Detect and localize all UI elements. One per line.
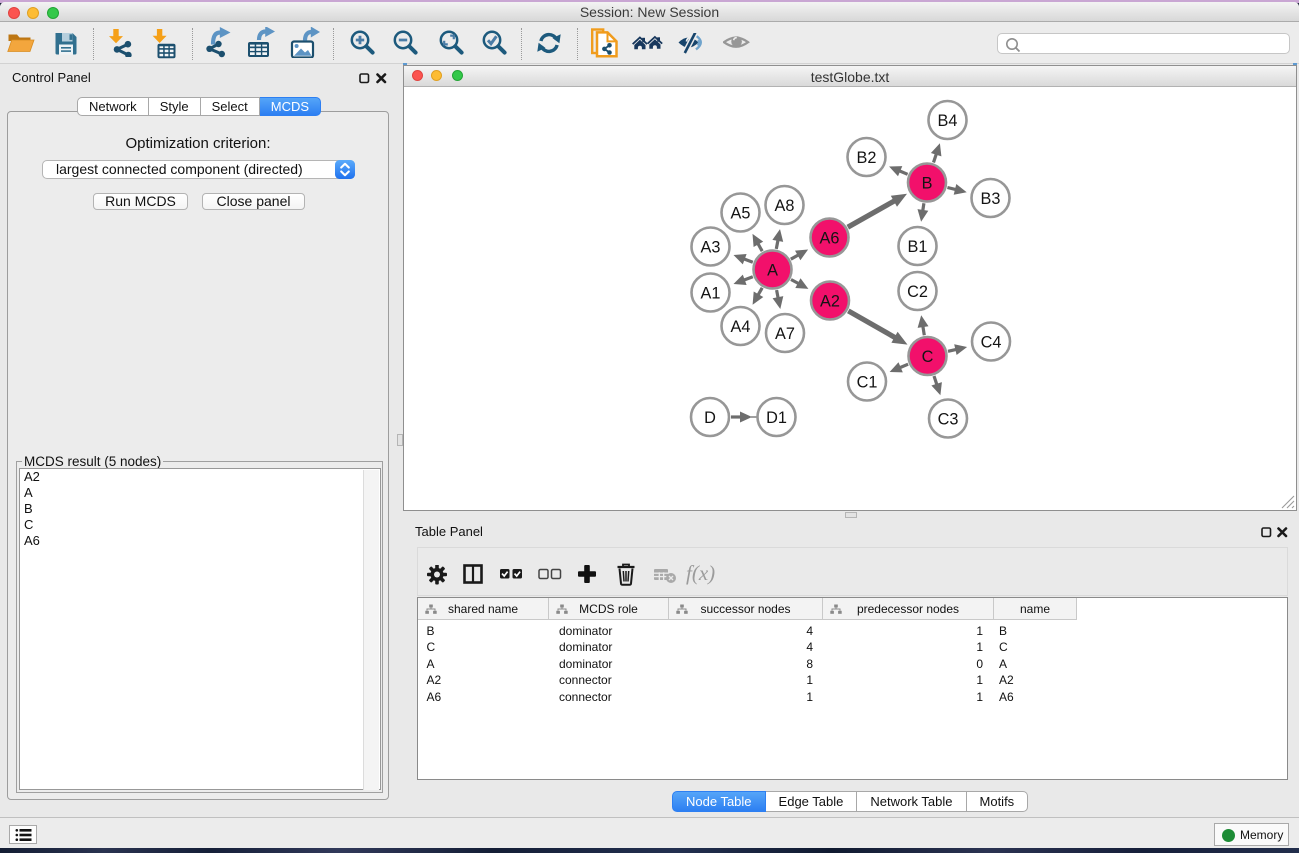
svg-text:A3: A3 <box>701 238 721 256</box>
svg-text:A1: A1 <box>701 284 721 302</box>
svg-text:A2: A2 <box>820 292 840 310</box>
svg-text:A7: A7 <box>775 325 795 343</box>
svg-text:D1: D1 <box>766 409 787 427</box>
svg-text:A: A <box>767 261 778 279</box>
svg-text:C4: C4 <box>981 333 1002 351</box>
svg-text:A4: A4 <box>731 318 751 336</box>
svg-text:A6: A6 <box>820 229 840 247</box>
svg-text:B4: B4 <box>938 112 958 130</box>
svg-text:C1: C1 <box>857 373 878 391</box>
svg-text:B1: B1 <box>908 238 928 256</box>
svg-text:A8: A8 <box>775 197 795 215</box>
svg-text:A5: A5 <box>731 204 751 222</box>
svg-text:B2: B2 <box>857 149 877 167</box>
svg-text:B3: B3 <box>981 190 1001 208</box>
svg-text:C: C <box>922 348 934 366</box>
svg-text:B: B <box>922 174 933 192</box>
svg-text:C2: C2 <box>907 283 928 301</box>
svg-text:C3: C3 <box>938 410 959 428</box>
svg-text:D: D <box>704 409 716 427</box>
